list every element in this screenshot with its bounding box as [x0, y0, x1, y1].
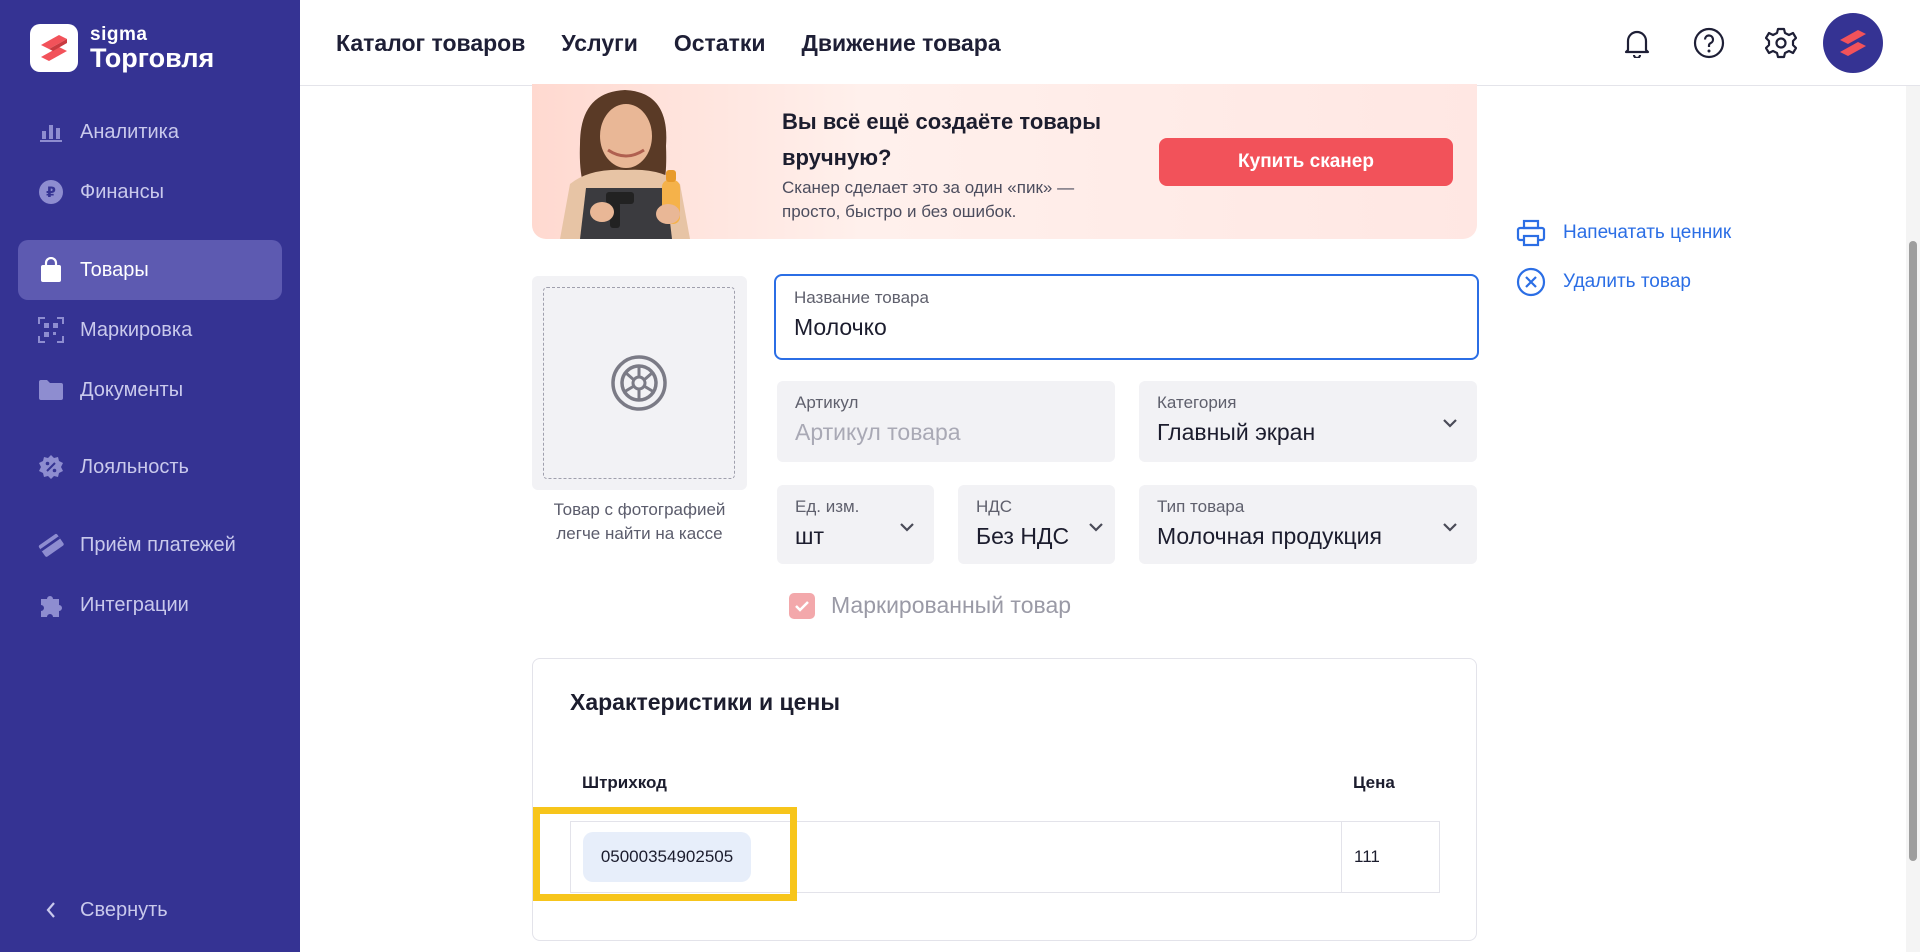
- column-header-price: Цена: [1353, 773, 1395, 792]
- chevron-down-icon: [1443, 523, 1457, 532]
- scrollbar-thumb[interactable]: [1909, 241, 1917, 861]
- sidebar-item-label: Приём платежей: [80, 533, 236, 556]
- page-scrollbar[interactable]: [1906, 86, 1920, 952]
- close-circle-icon: [1515, 266, 1547, 298]
- discount-badge-icon: [38, 454, 64, 480]
- vat-value: Без НДС: [976, 523, 1070, 549]
- product-photo-upload[interactable]: [532, 276, 747, 490]
- photo-caption: Товар с фотографией легче найти на кассе: [553, 500, 726, 543]
- topnav-stock[interactable]: Остатки: [674, 30, 766, 57]
- qr-scan-icon: [38, 317, 64, 343]
- puzzle-icon: [38, 592, 64, 618]
- sidebar-item-label: Интеграции: [80, 593, 189, 616]
- chevron-left-icon: [38, 897, 64, 923]
- product-name-input[interactable]: Молочко: [794, 314, 1459, 341]
- column-header-barcode: Штрихкод: [582, 773, 667, 792]
- field-label: Ед. изм.: [795, 497, 860, 516]
- field-label: Категория: [1157, 393, 1237, 412]
- sidebar-item-loyalty[interactable]: Лояльность: [18, 438, 282, 496]
- sidebar-item-label: Финансы: [80, 180, 164, 203]
- bar-chart-icon: [38, 119, 64, 145]
- barcode-highlight-frame: [533, 807, 797, 901]
- brand-logo[interactable]: sigma Торговля: [30, 24, 214, 72]
- sidebar-item-label: Товары: [80, 258, 149, 281]
- product-name-field[interactable]: Название товара Молочко: [774, 274, 1479, 360]
- sidebar-item-label: Лояльность: [80, 455, 189, 478]
- brand-name: Торговля: [90, 42, 215, 73]
- field-label: Название товара: [794, 288, 929, 307]
- checkbox-checked-icon[interactable]: [789, 592, 815, 619]
- photo-dropzone[interactable]: [543, 287, 735, 479]
- bell-icon[interactable]: [1618, 24, 1656, 62]
- topnav-services[interactable]: Услуги: [561, 30, 637, 57]
- category-select[interactable]: Категория Главный экран: [1139, 381, 1477, 462]
- ruble-coin-icon: ₽: [38, 179, 64, 205]
- printer-icon: [1515, 217, 1547, 249]
- field-label: Артикул: [795, 393, 859, 412]
- sidebar-item-finance[interactable]: ₽ Финансы: [18, 163, 282, 221]
- print-price-tag-link[interactable]: Напечатать ценник: [1515, 217, 1731, 249]
- help-icon[interactable]: [1690, 24, 1728, 62]
- field-label: НДС: [976, 497, 1013, 516]
- sidebar-item-analytics[interactable]: Аналитика: [18, 103, 282, 161]
- article-input[interactable]: Артикул товара: [795, 419, 1097, 446]
- product-type-value: Молочная продукция: [1157, 523, 1382, 549]
- checkbox-label: Маркированный товар: [831, 592, 1072, 618]
- vat-select[interactable]: НДС Без НДС: [958, 485, 1115, 564]
- print-label: Напечатать ценник: [1563, 222, 1732, 243]
- sidebar-item-label: Маркировка: [80, 318, 193, 341]
- field-label: Тип товара: [1157, 497, 1245, 516]
- brand-small: sigma: [90, 23, 148, 45]
- user-avatar[interactable]: [1823, 13, 1883, 73]
- svg-text:₽: ₽: [46, 185, 56, 201]
- sidebar-item-marking[interactable]: Маркировка: [18, 301, 282, 359]
- sidebar-item-label: Документы: [80, 378, 184, 401]
- chevron-down-icon: [900, 523, 914, 532]
- product-type-select[interactable]: Тип товара Молочная продукция: [1139, 485, 1477, 564]
- sidebar-item-payments[interactable]: Приём платежей: [18, 516, 282, 574]
- banner-title: Вы всё ещё создаёте товары вручную?: [782, 109, 1101, 170]
- topnav-catalog[interactable]: Каталог товаров: [336, 30, 525, 57]
- topnav-movement[interactable]: Движение товара: [802, 30, 1001, 57]
- chevron-down-icon: [1443, 419, 1457, 428]
- buy-scanner-button[interactable]: Купить сканер: [1159, 138, 1453, 186]
- delete-product-link[interactable]: Удалить товар: [1515, 266, 1691, 298]
- sidebar-collapse-button[interactable]: Свернуть: [18, 881, 282, 939]
- sidebar: sigma Торговля Аналитика ₽ Финансы Товар…: [0, 0, 300, 952]
- article-field[interactable]: Артикул Артикул товара: [777, 381, 1115, 462]
- settings-gear-icon[interactable]: [1762, 24, 1800, 62]
- unit-select[interactable]: Ед. изм. шт: [777, 485, 934, 564]
- category-value: Главный экран: [1157, 419, 1316, 445]
- card-title: Характеристики и цены: [570, 689, 840, 715]
- top-navigation: Каталог товаров Услуги Остатки Движение …: [336, 30, 1001, 57]
- sidebar-item-products[interactable]: Товары: [18, 240, 282, 300]
- delete-label: Удалить товар: [1563, 271, 1691, 292]
- shopping-bag-icon: [38, 257, 64, 283]
- sigma-logo-icon: [30, 24, 78, 72]
- sidebar-item-documents[interactable]: Документы: [18, 361, 282, 419]
- woman-with-scanner-image: [560, 90, 690, 239]
- sidebar-item-label: Аналитика: [80, 120, 179, 143]
- price-cell[interactable]: 111: [1354, 847, 1380, 867]
- marked-product-checkbox[interactable]: Маркированный товар: [789, 592, 1071, 619]
- payment-card-icon: [38, 532, 64, 558]
- scanner-promo-banner: Вы всё ещё создаёте товары вручную? Скан…: [532, 84, 1477, 239]
- folder-icon: [38, 377, 64, 403]
- camera-aperture-icon: [611, 355, 667, 411]
- chevron-down-icon: [1089, 523, 1103, 532]
- collapse-label: Свернуть: [80, 898, 168, 921]
- cell-divider: [1341, 822, 1342, 892]
- banner-subtitle: Сканер сделает это за один «пик» — прост…: [782, 178, 1075, 221]
- sidebar-item-integrations[interactable]: Интеграции: [18, 576, 282, 634]
